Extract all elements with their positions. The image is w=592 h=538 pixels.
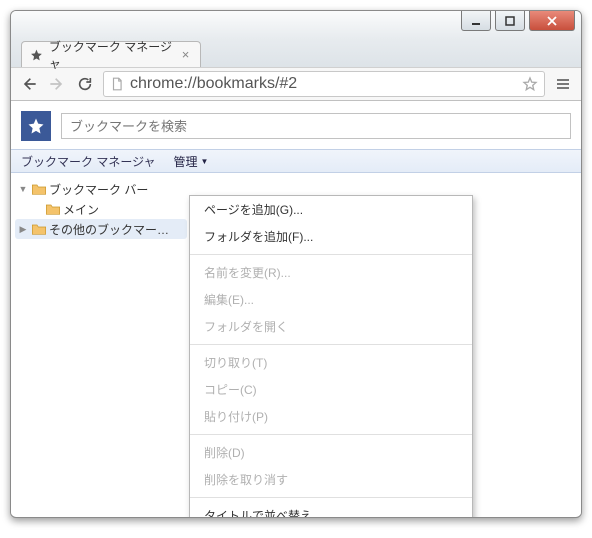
- minimize-button[interactable]: [461, 11, 491, 31]
- tree-other-bookmarks[interactable]: ▶ その他のブックマー…: [15, 219, 187, 239]
- star-filled-icon: [27, 117, 45, 135]
- back-button[interactable]: [19, 74, 39, 94]
- tab-close-button[interactable]: ×: [179, 48, 192, 62]
- bookmark-manager-icon: [21, 111, 51, 141]
- menu-separator: [190, 254, 472, 255]
- forward-button[interactable]: [47, 74, 67, 94]
- maximize-icon: [505, 16, 515, 26]
- close-icon: [547, 16, 557, 26]
- menu-rename: 名前を変更(R)...: [190, 259, 472, 286]
- manage-menu-button[interactable]: 管理 ▼: [166, 153, 217, 170]
- chevron-down-icon: ▼: [201, 157, 209, 166]
- menu-cut: 切り取り(T): [190, 349, 472, 376]
- omnibox[interactable]: chrome://bookmarks/#2: [103, 71, 545, 97]
- header-title: ブックマーク マネージャ: [11, 153, 166, 170]
- manage-dropdown: ページを追加(G)... フォルダを追加(F)... 名前を変更(R)... 編…: [189, 195, 473, 518]
- folder-tree: ▼ ブックマーク バー メイン ▶ その他のブックマー…: [11, 173, 191, 515]
- arrow-left-icon: [21, 76, 37, 92]
- browser-window: ブックマーク マネージャ × chrome://bookmarks/#2: [10, 10, 582, 518]
- menu-sort-by-title[interactable]: タイトルで並べ替え: [190, 502, 472, 518]
- menu-delete: 削除(D): [190, 439, 472, 466]
- folder-icon: [31, 222, 47, 236]
- hamburger-icon: [555, 76, 571, 92]
- star-icon: [30, 48, 43, 62]
- chrome-menu-button[interactable]: [553, 74, 573, 94]
- manage-label: 管理: [174, 153, 198, 170]
- menu-add-folder[interactable]: フォルダを追加(F)...: [190, 223, 472, 250]
- menu-separator: [190, 497, 472, 498]
- tab-bookmarks[interactable]: ブックマーク マネージャ ×: [21, 41, 201, 67]
- close-button[interactable]: [529, 11, 575, 31]
- menu-undo-delete: 削除を取り消す: [190, 466, 472, 493]
- folder-icon: [31, 182, 47, 196]
- menu-edit: 編集(E)...: [190, 286, 472, 313]
- reload-icon: [77, 76, 93, 92]
- menu-separator: [190, 434, 472, 435]
- reload-button[interactable]: [75, 74, 95, 94]
- tree-label: メイン: [63, 201, 99, 218]
- tree-main[interactable]: メイン: [11, 199, 191, 219]
- window-buttons: [455, 11, 581, 31]
- tree-label: その他のブックマー…: [49, 221, 169, 238]
- twisty-closed-icon: ▶: [17, 224, 29, 235]
- url-text: chrome://bookmarks/#2: [130, 75, 516, 93]
- twisty-open-icon: ▼: [17, 184, 29, 194]
- bookmark-star-icon[interactable]: [522, 76, 538, 92]
- menu-paste: 貼り付け(P): [190, 403, 472, 430]
- menu-copy: コピー(C): [190, 376, 472, 403]
- toolbar: chrome://bookmarks/#2: [11, 67, 581, 101]
- menu-add-page[interactable]: ページを追加(G)...: [190, 196, 472, 223]
- search-row: [11, 101, 581, 149]
- minimize-icon: [471, 16, 481, 26]
- tree-label: ブックマーク バー: [49, 181, 148, 198]
- page-icon: [110, 77, 124, 91]
- content-area: ブックマーク マネージャ 管理 ▼ ▼ ブックマーク バー メイン ▶: [11, 101, 581, 515]
- titlebar: [11, 11, 581, 39]
- arrow-right-icon: [49, 76, 65, 92]
- menu-separator: [190, 344, 472, 345]
- tab-strip: ブックマーク マネージャ ×: [11, 37, 581, 67]
- folder-icon: [45, 202, 61, 216]
- column-header: ブックマーク マネージャ 管理 ▼: [11, 149, 581, 173]
- tab-title: ブックマーク マネージャ: [49, 38, 173, 72]
- tree-bookmark-bar[interactable]: ▼ ブックマーク バー: [11, 179, 191, 199]
- menu-open-folder: フォルダを開く: [190, 313, 472, 340]
- search-input[interactable]: [61, 113, 571, 139]
- maximize-button[interactable]: [495, 11, 525, 31]
